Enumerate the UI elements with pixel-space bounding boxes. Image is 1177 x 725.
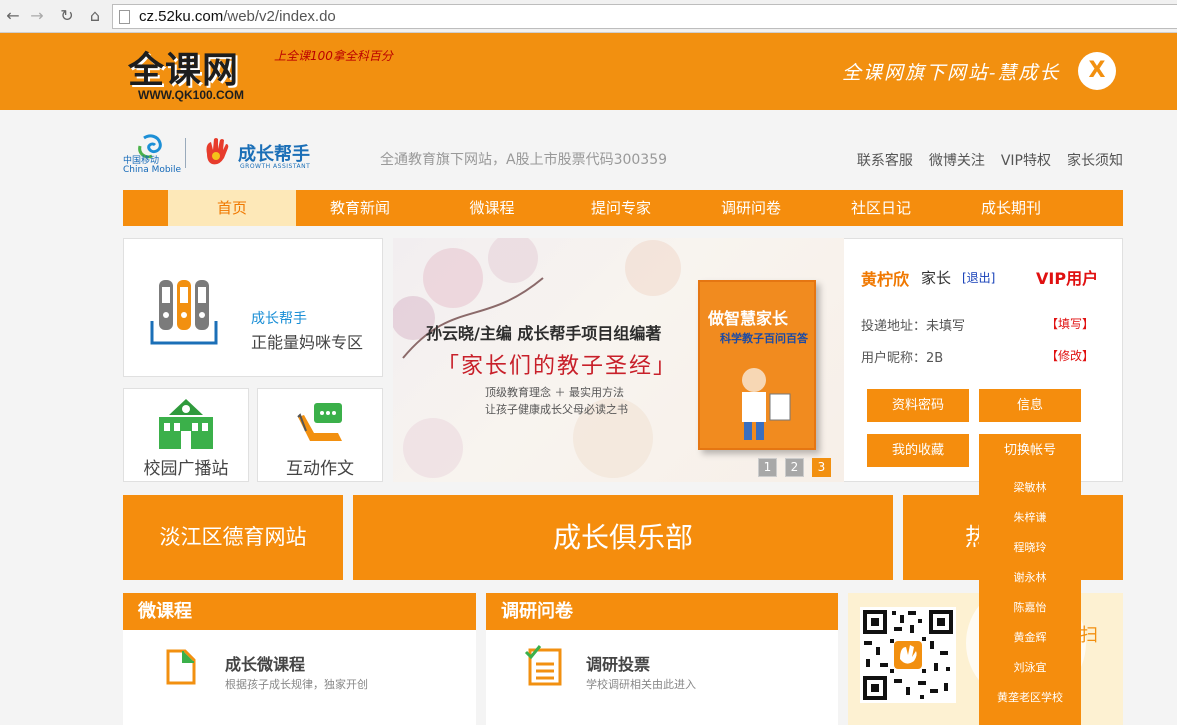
slider-page-2[interactable]: 2 xyxy=(785,458,804,477)
nickname-label: 用户昵称：2B xyxy=(861,351,944,366)
section-survey-body: 调研投票 学校调研相关由此进入 xyxy=(486,630,838,725)
feature-panel-growth[interactable]: 成长帮手 正能量妈咪专区 xyxy=(123,238,383,377)
address-bar[interactable]: cz.52ku.com/web/v2/index.do xyxy=(112,4,1177,29)
book-title: 做智慧家长 xyxy=(708,309,789,328)
user-name: 黄柠欣 xyxy=(861,270,910,289)
slider-line-1: 顶级教育理念 ＋ 最实用方法 xyxy=(485,386,624,399)
messages-button[interactable]: 信息 xyxy=(979,389,1081,422)
switch-account-button[interactable]: 切换帐号 xyxy=(979,434,1081,467)
china-mobile-text: 中国移动 China Mobile xyxy=(123,156,182,175)
micro-course-title[interactable]: 成长微课程 xyxy=(225,651,305,675)
logo-url: WWW.QK100.COM xyxy=(138,88,245,102)
book-subtitle: 科学教子百问百答 xyxy=(720,332,808,345)
account-option[interactable]: 程晓玲 xyxy=(979,533,1081,563)
account-option[interactable]: 黄金辉 xyxy=(979,623,1081,653)
link-customer-service[interactable]: 联系客服 xyxy=(857,153,913,169)
brand-sub: GROWTH ASSISTANT xyxy=(240,163,311,170)
profile-password-button[interactable]: 资料密码 xyxy=(867,389,969,422)
logo-slogan: 上全课100拿全科百分 xyxy=(274,49,393,63)
user-role: 家长 xyxy=(921,269,952,287)
micro-course-subtitle: 根据孩子成长规律，独家开创 xyxy=(225,678,368,691)
nav-journal[interactable]: 成长期刊 xyxy=(966,190,1056,226)
nav-micro-course[interactable]: 微课程 xyxy=(447,190,537,226)
header-slogan: 全通教育旗下网站，A股上市股票代码300359 xyxy=(380,152,668,168)
close-banner-button[interactable]: X xyxy=(1078,52,1116,90)
nav-news[interactable]: 教育新闻 xyxy=(315,190,405,226)
chat-book-icon xyxy=(297,403,342,441)
qr-code-icon xyxy=(860,607,956,703)
scan-text: 扫 xyxy=(1080,625,1098,646)
fill-address-link[interactable]: 【填写】 xyxy=(1046,315,1094,332)
back-icon[interactable]: ← xyxy=(2,6,24,26)
interactive-writing-panel[interactable]: 互动作文 xyxy=(257,388,383,482)
edit-nickname-link[interactable]: 【修改】 xyxy=(1046,347,1094,364)
divider xyxy=(185,138,186,168)
survey-title[interactable]: 调研投票 xyxy=(586,651,650,675)
account-option[interactable]: 梁敏林 xyxy=(979,473,1081,503)
account-option[interactable]: 黄垄老区学校 xyxy=(979,683,1081,713)
feature-subtitle: 正能量妈咪专区 xyxy=(251,333,364,352)
nav-diary[interactable]: 社区日记 xyxy=(836,190,926,226)
banner-tagline: 全课网旗下网站-慧成长 xyxy=(842,62,1061,84)
document-icon xyxy=(166,649,196,685)
growth-club-tile[interactable]: 成长俱乐部 xyxy=(353,495,893,580)
logo-text: 全课网 xyxy=(128,50,240,91)
top-links: 联系客服 微博关注 VIP特权 家长须知 xyxy=(841,150,1123,170)
account-option[interactable]: 朱梓谦 xyxy=(979,503,1081,533)
page-icon xyxy=(119,10,130,24)
url-text: cz.52ku.com/web/v2/index.do xyxy=(139,8,336,25)
main-nav: 首页 教育新闻 微课程 提问专家 调研问卷 社区日记 成长期刊 xyxy=(123,190,1123,226)
section-micro-course-body: 成长微课程 根据孩子成长规律，独家开创 xyxy=(123,630,476,725)
browser-toolbar: ← → ↻ ⌂ cz.52ku.com/web/v2/index.do xyxy=(0,0,1177,33)
close-icon: X xyxy=(1088,58,1106,83)
binders-icon xyxy=(150,280,218,345)
district-moral-site-tile[interactable]: 淡江区德育网站 xyxy=(123,495,343,580)
logout-link[interactable]: [退出] xyxy=(962,269,995,286)
slider-author: 孙云晓/主编 成长帮手项目组编著 xyxy=(426,324,662,343)
link-vip[interactable]: VIP特权 xyxy=(1001,153,1051,169)
section-micro-course-header[interactable]: 微课程 xyxy=(123,593,476,630)
checklist-icon xyxy=(524,645,562,686)
slider-line-2: 让孩子健康成长父母必读之书 xyxy=(485,403,628,416)
slider-page-1[interactable]: 1 xyxy=(758,458,777,477)
reload-icon[interactable]: ↻ xyxy=(56,6,78,26)
home-icon[interactable]: ⌂ xyxy=(84,6,106,26)
book-cover-image: 做智慧家长 科学教子百问百答 xyxy=(698,280,816,450)
child-illustration xyxy=(742,368,791,440)
nav-home[interactable]: 首页 xyxy=(168,190,296,226)
section-survey-header[interactable]: 调研问卷 xyxy=(486,593,838,630)
hand-logo-icon xyxy=(206,138,229,165)
survey-subtitle: 学校调研相关由此进入 xyxy=(586,678,696,691)
campus-label: 校园广播站 xyxy=(143,459,229,479)
slider-page-3[interactable]: 3 xyxy=(812,458,831,477)
link-weibo[interactable]: 微博关注 xyxy=(929,153,985,169)
switch-account-dropdown: 梁敏林 朱梓谦 程晓玲 谢永林 陈嘉怡 黄金辉 刘泳宜 黄垄老区学校 xyxy=(979,467,1081,725)
writing-label: 互动作文 xyxy=(286,459,354,479)
school-icon xyxy=(159,399,213,449)
slider-title: 「家长们的教子圣经」 xyxy=(437,354,678,379)
favorites-button[interactable]: 我的收藏 xyxy=(867,434,969,467)
campus-broadcast-panel[interactable]: 校园广播站 xyxy=(123,388,249,482)
address-label: 投递地址：未填写 xyxy=(861,319,966,334)
vip-badge: VIP用户 xyxy=(1036,269,1099,288)
qk100-logo[interactable]: 全课网 上全课100拿全科百分 WWW.QK100.COM xyxy=(128,41,398,103)
nav-survey[interactable]: 调研问卷 xyxy=(706,190,796,226)
account-option[interactable]: 谢永林 xyxy=(979,563,1081,593)
account-option[interactable]: 陈嘉怡 xyxy=(979,593,1081,623)
nav-ask-expert[interactable]: 提问专家 xyxy=(576,190,666,226)
forward-icon[interactable]: → xyxy=(26,6,48,26)
site-header: 中国移动 China Mobile 成长帮手 GROWTH ASSISTANT 全… xyxy=(123,130,1123,185)
account-option[interactable]: 刘泳宜 xyxy=(979,653,1081,683)
top-banner: 全课网 上全课100拿全科百分 WWW.QK100.COM 全课网旗下网站-慧成… xyxy=(0,33,1177,110)
promo-slider[interactable]: 孙云晓/主编 成长帮手项目组编著 「家长们的教子圣经」 顶级教育理念 ＋ 最实用… xyxy=(393,238,844,482)
feature-title: 成长帮手 xyxy=(251,311,307,327)
link-parent-notice[interactable]: 家长须知 xyxy=(1067,153,1123,169)
